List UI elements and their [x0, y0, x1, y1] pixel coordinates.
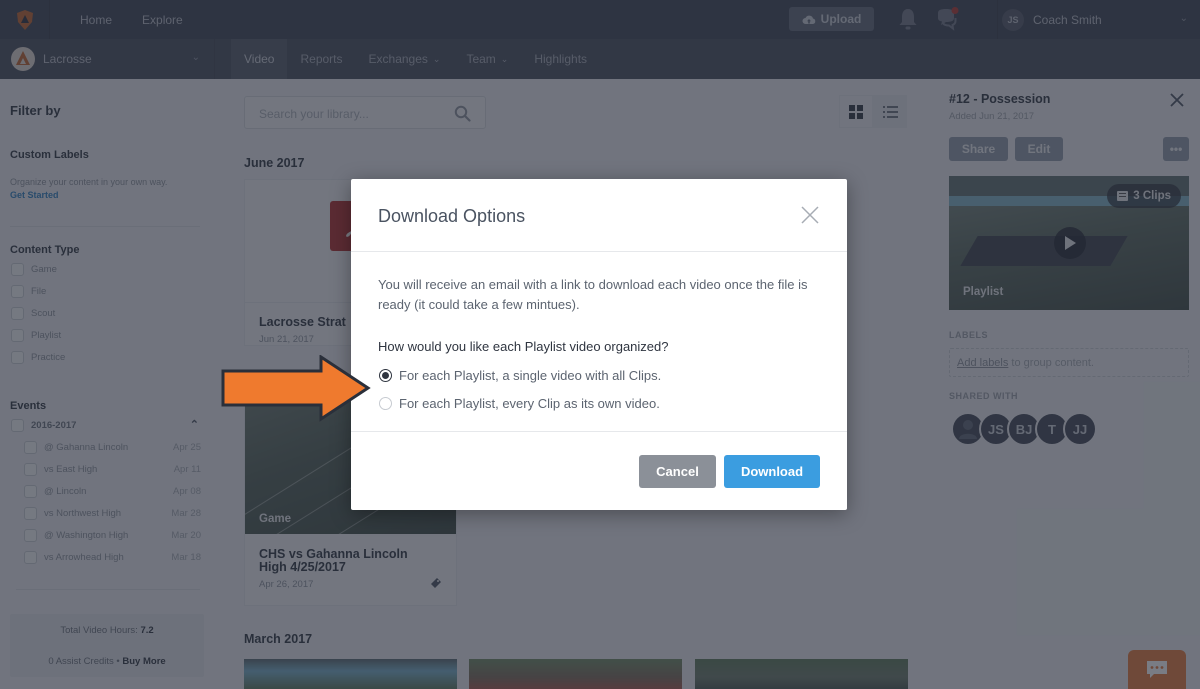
orange-arrow-annotation — [221, 355, 371, 422]
close-icon[interactable] — [801, 206, 819, 224]
divider — [351, 431, 847, 432]
dialog-description: You will receive an email with a link to… — [378, 277, 808, 312]
option-single-video[interactable]: For each Playlist, a single video with a… — [379, 368, 661, 383]
radio-button-checked[interactable] — [379, 369, 392, 382]
dialog-title: Download Options — [378, 206, 526, 226]
organize-question: How would you like each Playlist video o… — [378, 339, 669, 354]
option-label: For each Playlist, every Clip as its own… — [399, 396, 660, 411]
cancel-button[interactable]: Cancel — [639, 455, 716, 488]
download-options-dialog: Download Options You will receive an ema… — [351, 179, 847, 510]
dialog-header: Download Options — [351, 179, 847, 252]
option-clip-per-video[interactable]: For each Playlist, every Clip as its own… — [379, 396, 660, 411]
download-button[interactable]: Download — [724, 455, 820, 488]
radio-button[interactable] — [379, 397, 392, 410]
option-label: For each Playlist, a single video with a… — [399, 368, 662, 383]
